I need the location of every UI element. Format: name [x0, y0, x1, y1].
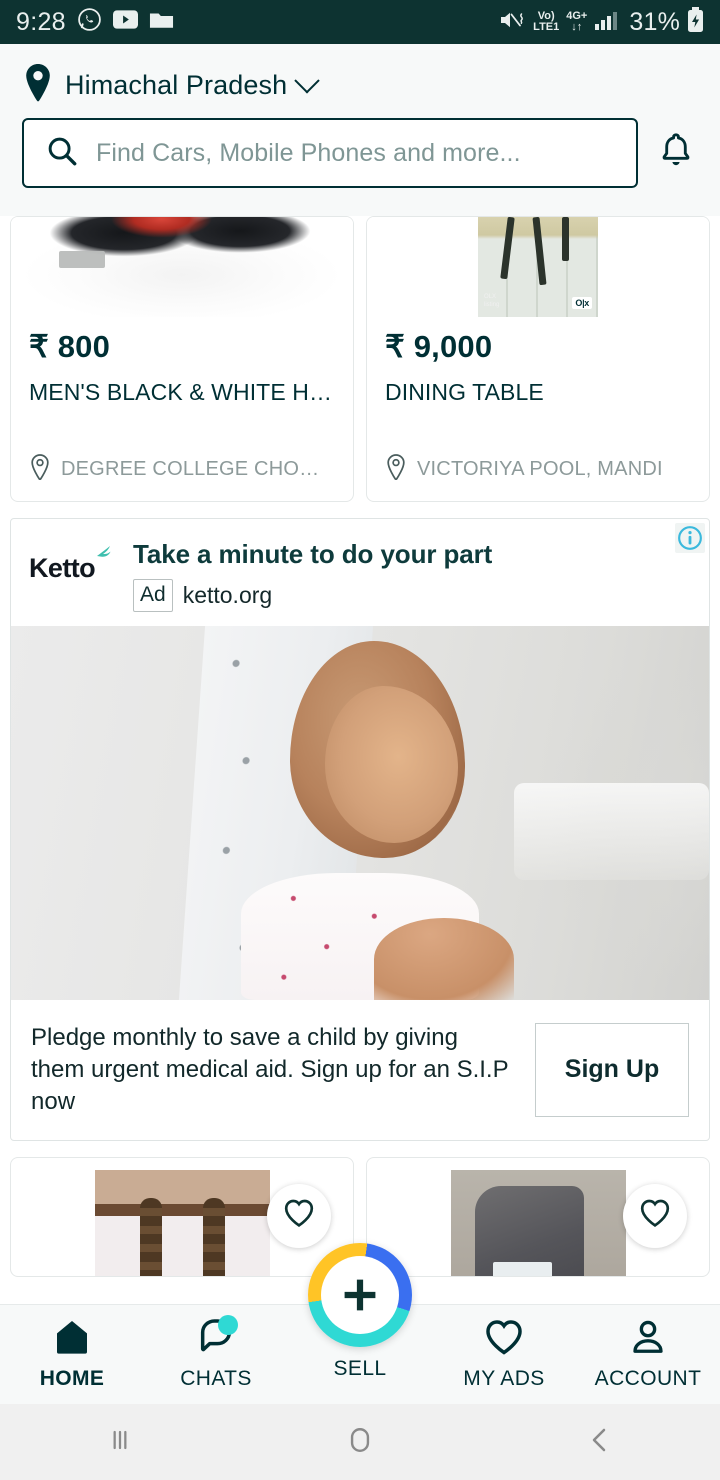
- listing-card[interactable]: OLX listing O|x ₹ 9,000 DINING TABLE VICT…: [366, 216, 710, 502]
- app-screen: 9:28 Vo) LTE1 4G+ ↓↑ 31% Himachal Prades…: [0, 0, 720, 1480]
- home-icon: [52, 1317, 92, 1357]
- info-circle-icon[interactable]: [675, 523, 705, 553]
- bottom-navigation: HOME CHATS SELL MY ADS ACCOUNT: [0, 1243, 720, 1404]
- status-bar-left: 9:28: [16, 7, 174, 37]
- nav-item-sell[interactable]: SELL: [295, 1243, 425, 1381]
- youtube-icon: [112, 10, 138, 34]
- nav-label-home: HOME: [39, 1367, 105, 1390]
- nav-label-my-ads: MY ADS: [463, 1367, 545, 1390]
- listings-feed[interactable]: ₹ 800 MEN'S BLACK & WHITE HIGH... DEGREE…: [0, 216, 720, 1304]
- heart-icon: [484, 1317, 524, 1357]
- location-label: Himachal Pradesh: [65, 69, 288, 100]
- home-circle-icon: [343, 1423, 377, 1462]
- search-input[interactable]: Find Cars, Mobile Phones and more...: [22, 118, 638, 188]
- ad-domain[interactable]: ketto.org: [183, 582, 273, 609]
- nav-label-account: ACCOUNT: [594, 1367, 702, 1390]
- ketto-logo: Ketto: [29, 539, 121, 584]
- listing-image: OLX listing O|x: [367, 217, 709, 317]
- nav-item-account[interactable]: ACCOUNT: [583, 1317, 713, 1391]
- listing-title: DINING TABLE: [385, 379, 544, 405]
- nav-item-home[interactable]: HOME: [7, 1317, 137, 1391]
- ad-footer: Pledge monthly to save a child by giving…: [11, 1000, 709, 1140]
- listing-card[interactable]: [366, 1156, 710, 1277]
- map-pin-icon: [29, 454, 51, 485]
- listing-image: [450, 1169, 626, 1276]
- ketto-bird-icon: [95, 543, 117, 566]
- mute-vibrate-icon: [498, 8, 526, 37]
- listing-price: ₹ 800: [29, 329, 111, 364]
- sponsored-ad-card[interactable]: Ketto Take a minute to do your part Ad k…: [10, 518, 710, 1141]
- network-type-indicator: 4G+ ↓↑: [566, 10, 588, 33]
- ad-headline: Take a minute to do your part: [133, 539, 493, 569]
- ad-creative-image[interactable]: [11, 626, 709, 1000]
- sell-fab-button[interactable]: [308, 1243, 412, 1347]
- plus-icon: [321, 1256, 399, 1334]
- app-header: Himachal Pradesh Find Cars, Mobile Phone…: [0, 44, 720, 216]
- map-pin-icon: [22, 63, 54, 107]
- search-icon: [46, 135, 78, 172]
- battery-percent-label: 31%: [629, 7, 680, 36]
- status-bar: 9:28 Vo) LTE1 4G+ ↓↑ 31%: [0, 0, 720, 44]
- ad-meta-row: Ad ketto.org: [133, 579, 691, 612]
- listing-location-row: DEGREE COLLEGE CHOWK, HA...: [11, 454, 353, 501]
- olx-watermark: O|x: [572, 297, 592, 309]
- listing-body: ₹ 9,000 DINING TABLE: [367, 317, 709, 406]
- nav-label-chats: CHATS: [180, 1367, 252, 1390]
- sign-up-button[interactable]: Sign Up: [535, 1022, 689, 1117]
- search-placeholder: Find Cars, Mobile Phones and more...: [96, 138, 521, 167]
- folder-icon: [149, 10, 174, 35]
- listing-body: ₹ 800 MEN'S BLACK & WHITE HIGH...: [11, 317, 353, 406]
- recents-icon: [104, 1424, 136, 1461]
- listing-location-row: VICTORIYA POOL, MANDI: [367, 454, 709, 501]
- map-pin-icon: [385, 454, 407, 485]
- nav-item-my-ads[interactable]: MY ADS: [439, 1317, 569, 1391]
- back-button[interactable]: [540, 1424, 660, 1461]
- ad-text-block: Take a minute to do your part Ad ketto.o…: [133, 539, 691, 612]
- heart-icon: [283, 1198, 315, 1233]
- chevron-down-icon: [294, 68, 320, 94]
- ad-description: Pledge monthly to save a child by giving…: [31, 1024, 509, 1115]
- volte-indicator: Vo) LTE1: [533, 10, 560, 33]
- listing-price: ₹ 9,000: [385, 329, 493, 364]
- android-system-nav: [0, 1404, 720, 1480]
- recents-button[interactable]: [60, 1424, 180, 1461]
- ad-header: Ketto Take a minute to do your part Ad k…: [11, 519, 709, 626]
- listing-image: [94, 1169, 270, 1276]
- listing-row-top: ₹ 800 MEN'S BLACK & WHITE HIGH... DEGREE…: [0, 216, 720, 502]
- location-selector[interactable]: Himachal Pradesh: [22, 44, 698, 118]
- battery-charging-icon: [687, 6, 704, 38]
- listing-card[interactable]: ₹ 800 MEN'S BLACK & WHITE HIGH... DEGREE…: [10, 216, 354, 502]
- listing-card[interactable]: [10, 1156, 354, 1277]
- status-bar-right: Vo) LTE1 4G+ ↓↑ 31%: [498, 6, 704, 38]
- search-row: Find Cars, Mobile Phones and more...: [22, 118, 698, 188]
- status-time: 9:28: [16, 7, 66, 36]
- signal-bars-icon: [594, 9, 622, 36]
- favorite-button[interactable]: [623, 1183, 687, 1248]
- person-icon: [629, 1317, 667, 1357]
- chats-unread-badge: [218, 1315, 238, 1335]
- ad-badge: Ad: [133, 579, 173, 612]
- notification-bell-button[interactable]: [654, 128, 698, 178]
- nav-item-chats[interactable]: CHATS: [151, 1315, 281, 1391]
- listing-title: MEN'S BLACK & WHITE HIGH...: [29, 379, 335, 405]
- image-watermark-text: OLX listing: [484, 294, 500, 308]
- bell-icon: [658, 131, 694, 176]
- listing-location: VICTORIYA POOL, MANDI: [417, 458, 663, 480]
- back-chevron-icon: [584, 1424, 616, 1461]
- home-button[interactable]: [300, 1423, 420, 1462]
- listing-image: [11, 217, 353, 317]
- advertiser-name: Ketto: [29, 553, 96, 583]
- favorite-button[interactable]: [267, 1183, 331, 1248]
- heart-icon: [639, 1198, 671, 1233]
- nav-label-sell: SELL: [333, 1357, 387, 1380]
- whatsapp-icon: [77, 7, 102, 37]
- listing-location: DEGREE COLLEGE CHOWK, HA...: [61, 458, 335, 480]
